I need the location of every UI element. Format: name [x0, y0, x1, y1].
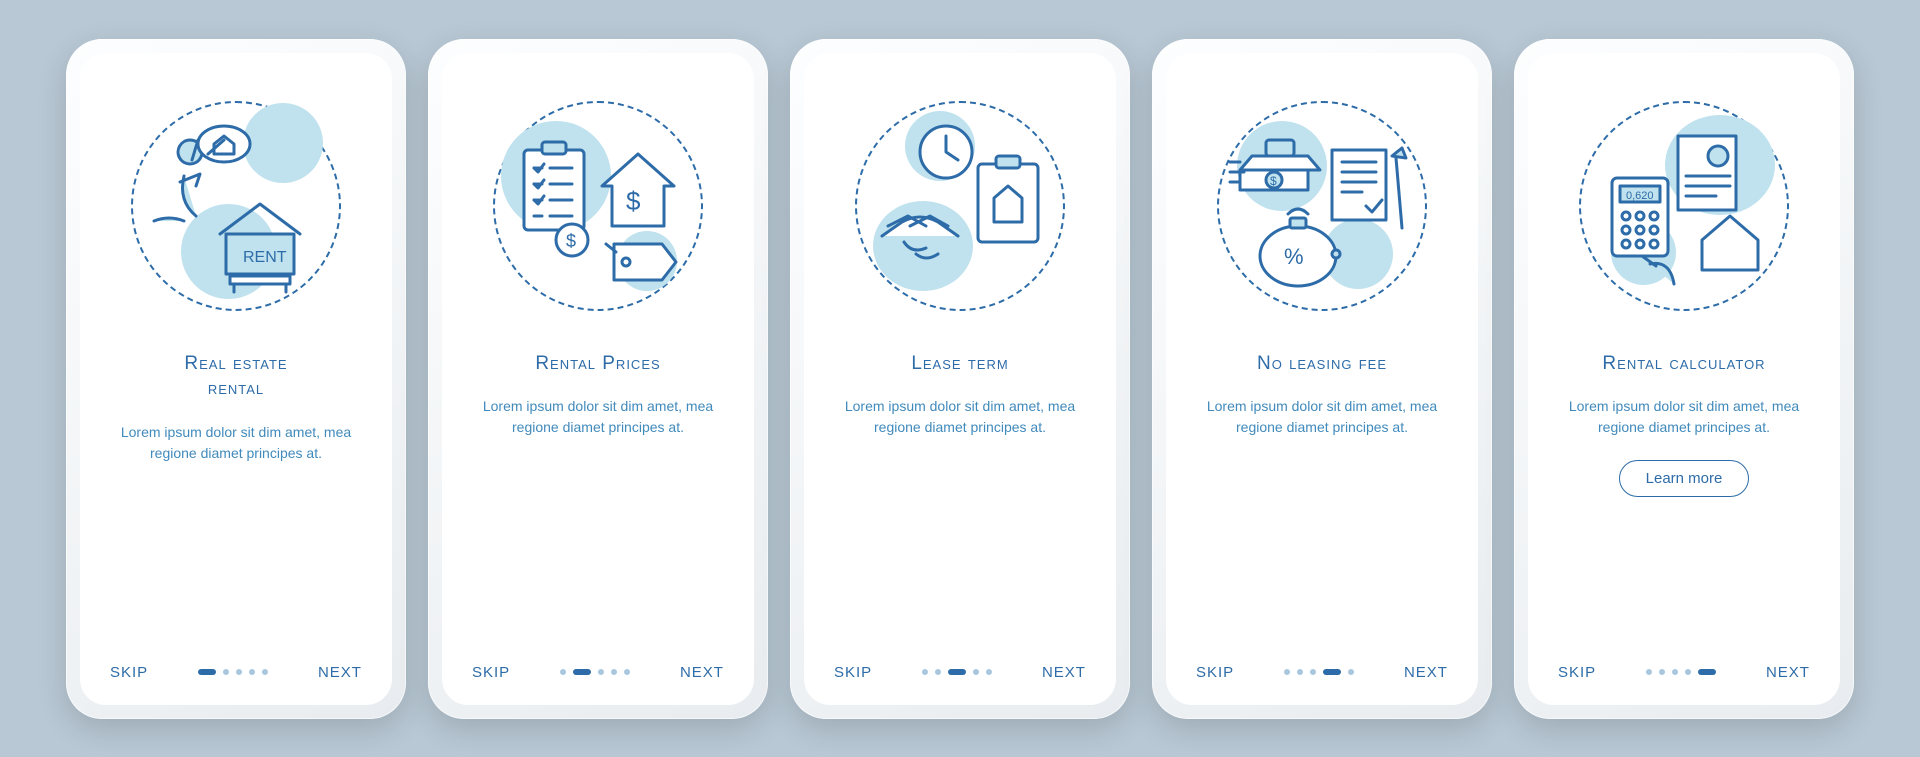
bottom-nav: SKIP NEXT [1554, 664, 1814, 681]
illustration-real-estate: RENT [121, 91, 351, 321]
phone-frame: Lease term Lorem ipsum dolor sit dim ame… [790, 39, 1130, 719]
phone-frame: $ $ Rental Prices Lorem ipsum dolor sit … [428, 39, 768, 719]
next-button[interactable]: NEXT [680, 664, 724, 681]
skip-button[interactable]: SKIP [110, 664, 148, 681]
lease-icon [860, 106, 1060, 306]
onboard-screen-1: $ $ Rental Prices Lorem ipsum dolor sit … [442, 53, 754, 705]
skip-button[interactable]: SKIP [472, 664, 510, 681]
bottom-nav: SKIP NEXT [1192, 664, 1452, 681]
onboard-screen-4: 0,620 Rental calculator Lorem ipsum dolo… [1528, 53, 1840, 705]
page-dots [198, 669, 268, 675]
screen-desc: Lorem ipsum dolor sit dim amet, mea regi… [468, 396, 728, 438]
phone-frame: $ % No leasing fee Lorem ipsum dolor sit… [1152, 39, 1492, 719]
phone-frame: 0,620 Rental calculator Lorem ipsum dolo… [1514, 39, 1854, 719]
nofee-icon: $ % [1222, 106, 1422, 306]
real-estate-icon: RENT [136, 106, 336, 306]
skip-button[interactable]: SKIP [834, 664, 872, 681]
illustration-nofee: $ % [1207, 91, 1437, 321]
screen-desc: Lorem ipsum dolor sit dim amet, mea regi… [106, 422, 366, 464]
screen-desc: Lorem ipsum dolor sit dim amet, mea regi… [830, 396, 1090, 438]
phone-row: RENT Real estaterental Lorem ipsum dolor… [66, 39, 1854, 719]
page-dots [560, 669, 630, 675]
illustration-prices: $ $ [483, 91, 713, 321]
svg-text:0,620: 0,620 [1626, 190, 1654, 202]
onboard-screen-2: Lease term Lorem ipsum dolor sit dim ame… [804, 53, 1116, 705]
screen-title: Rental Prices [535, 351, 660, 377]
next-button[interactable]: NEXT [1766, 664, 1810, 681]
svg-text:$: $ [566, 231, 576, 251]
screen-title: Lease term [911, 351, 1008, 377]
illustration-calculator: 0,620 [1569, 91, 1799, 321]
svg-text:$: $ [626, 186, 641, 216]
bottom-nav: SKIP NEXT [468, 664, 728, 681]
screen-title: Real estaterental [184, 351, 287, 402]
phone-frame: RENT Real estaterental Lorem ipsum dolor… [66, 39, 406, 719]
page-dots [922, 669, 992, 675]
svg-text:RENT: RENT [243, 249, 287, 266]
bottom-nav: SKIP NEXT [106, 664, 366, 681]
skip-button[interactable]: SKIP [1196, 664, 1234, 681]
page-dots [1646, 669, 1716, 675]
screen-title: No leasing fee [1257, 351, 1387, 377]
learn-more-button[interactable]: Learn more [1619, 460, 1750, 497]
illustration-lease [845, 91, 1075, 321]
bottom-nav: SKIP NEXT [830, 664, 1090, 681]
calculator-icon: 0,620 [1584, 106, 1784, 306]
svg-text:$: $ [1270, 174, 1277, 188]
next-button[interactable]: NEXT [318, 664, 362, 681]
screen-desc: Lorem ipsum dolor sit dim amet, mea regi… [1554, 396, 1814, 438]
onboard-screen-0: RENT Real estaterental Lorem ipsum dolor… [80, 53, 392, 705]
screen-title: Rental calculator [1602, 351, 1765, 377]
next-button[interactable]: NEXT [1042, 664, 1086, 681]
prices-icon: $ $ [498, 106, 698, 306]
next-button[interactable]: NEXT [1404, 664, 1448, 681]
page-dots [1284, 669, 1354, 675]
svg-text:%: % [1284, 244, 1304, 269]
skip-button[interactable]: SKIP [1558, 664, 1596, 681]
onboard-screen-3: $ % No leasing fee Lorem ipsum dolor sit… [1166, 53, 1478, 705]
screen-desc: Lorem ipsum dolor sit dim amet, mea regi… [1192, 396, 1452, 438]
